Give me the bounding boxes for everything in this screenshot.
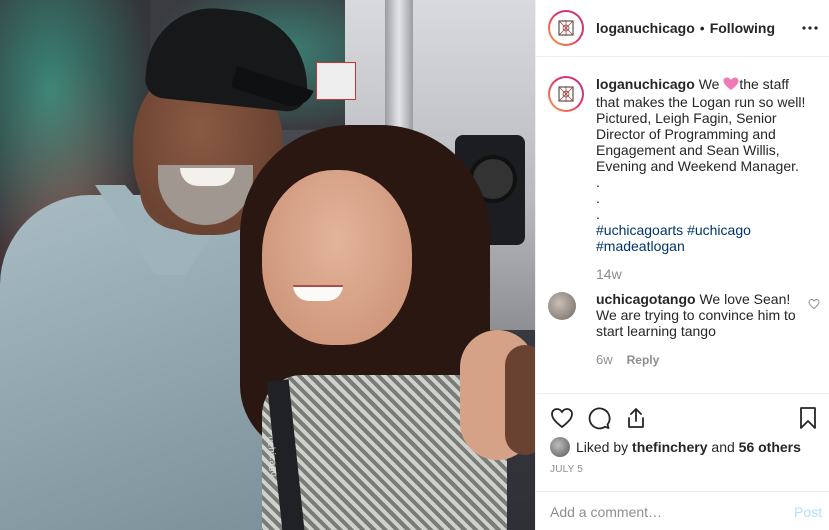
caption-dot: .	[596, 206, 600, 222]
background-sign	[316, 62, 356, 100]
likes-middle: and	[711, 439, 735, 455]
hashtag-link[interactable]: #uchicago	[687, 222, 751, 238]
action-icons-row	[550, 406, 820, 432]
caption-text-start: We	[698, 76, 724, 92]
comment-username-link[interactable]: uchicagotango	[596, 291, 696, 307]
reply-button[interactable]: Reply	[627, 352, 660, 368]
more-horizontal-icon[interactable]	[798, 16, 822, 40]
hashtag-link[interactable]: #uchicagoarts	[596, 222, 683, 238]
caption-hashtags: #uchicagoarts #uchicago #madeatlogan	[596, 222, 751, 254]
comments-section: loganuchicago We the staff that makes th…	[536, 58, 829, 393]
heart-outline-icon[interactable]	[550, 406, 574, 430]
logan-logo-icon	[550, 12, 582, 44]
comment-timestamp[interactable]: 6w	[596, 352, 613, 368]
liker-username-link[interactable]: thefinchery	[632, 439, 707, 455]
comment-body: uchicagotango We love Sean! We are tryin…	[596, 291, 796, 368]
likes-others-link[interactable]: 56 others	[739, 439, 801, 455]
instagram-post: uchicago loganuchicago • Following logan…	[0, 0, 829, 530]
caption-avatar[interactable]	[548, 76, 584, 112]
hashtag-link[interactable]: #madeatlogan	[596, 238, 685, 254]
man-hand	[505, 345, 535, 455]
comment-like-heart-icon[interactable]	[808, 297, 820, 310]
post-caption: loganuchicago We the staff that makes th…	[548, 76, 814, 282]
post-comment-button[interactable]: Post	[794, 504, 822, 520]
add-comment-bar: Post	[536, 491, 829, 530]
liker-avatar[interactable]	[550, 437, 570, 457]
pink-heart-icon	[723, 77, 739, 94]
logan-logo-icon	[550, 78, 582, 110]
profile-avatar[interactable]	[548, 10, 584, 46]
caption-dot: .	[596, 190, 600, 206]
header-separator: •	[699, 20, 705, 36]
header-username-link[interactable]: loganuchicago	[596, 20, 695, 36]
post-date[interactable]: JULY 5	[550, 464, 583, 475]
caption-dot: .	[596, 174, 600, 190]
post-photo[interactable]: uchicago	[0, 0, 535, 530]
following-button[interactable]: Following	[710, 20, 775, 36]
woman-face	[262, 170, 412, 345]
comment-bubble-icon[interactable]	[587, 406, 611, 430]
caption-body: loganuchicago We the staff that makes th…	[596, 76, 814, 282]
commenter-avatar[interactable]	[548, 292, 576, 320]
bookmark-icon[interactable]	[796, 406, 820, 430]
post-header: loganuchicago • Following	[536, 0, 829, 57]
likes-prefix: Liked by	[576, 439, 629, 455]
caption-timestamp[interactable]: 14w	[596, 266, 814, 282]
add-comment-input[interactable]	[550, 504, 770, 520]
share-icon[interactable]	[624, 406, 648, 430]
comment-meta: 6w Reply	[596, 352, 796, 368]
post-side-panel: loganuchicago • Following loganuchicago …	[535, 0, 829, 530]
comment-item: uchicagotango We love Sean! We are tryin…	[548, 291, 826, 368]
likes-summary: Liked by thefinchery and 56 others	[550, 437, 801, 457]
post-actions: Liked by thefinchery and 56 others JULY …	[536, 393, 829, 530]
caption-username-link[interactable]: loganuchicago	[596, 76, 695, 92]
